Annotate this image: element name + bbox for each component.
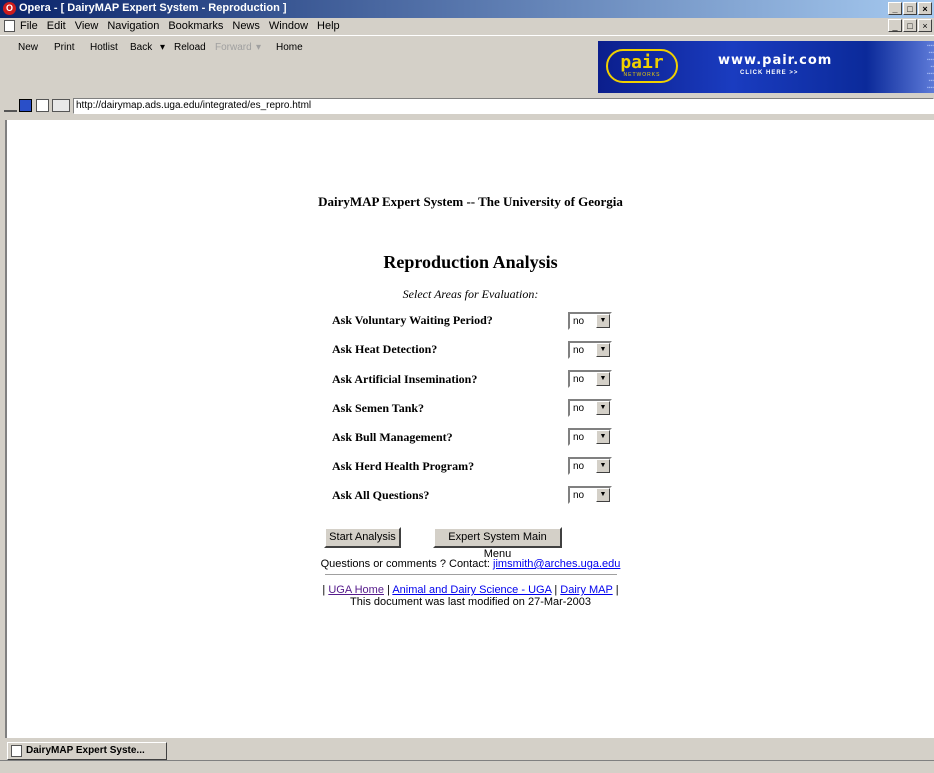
banner-cta: CLICK HERE >>	[740, 70, 799, 76]
status-bar	[0, 760, 934, 773]
question-label: Ask Bull Management?	[332, 430, 453, 444]
window-tab-label: DairyMAP Expert Syste...	[26, 745, 145, 756]
menu-news[interactable]: News	[232, 20, 260, 32]
dairy-map-link[interactable]: Dairy MAP	[560, 584, 612, 596]
print-button[interactable]: Print	[54, 42, 75, 53]
heat-detection-select[interactable]: no ▼	[568, 341, 612, 359]
divider	[325, 574, 617, 576]
question-label: Ask Heat Detection?	[332, 342, 438, 356]
window-taskbar: DairyMAP Expert Syste...	[0, 740, 934, 760]
menu-file[interactable]: File	[20, 20, 38, 32]
page-subheading: Select Areas for Evaluation:	[402, 287, 539, 301]
contact-line: Questions or comments ? Contact: jimsmit…	[7, 558, 934, 570]
address-input[interactable]: http://dairymap.ads.uga.edu/integrated/e…	[73, 98, 934, 114]
address-bar: http://dairymap.ads.uga.edu/integrated/e…	[0, 96, 934, 116]
page-heading: Reproduction Analysis	[383, 252, 558, 272]
pair-logo-subtext: NETWORKS	[623, 72, 661, 78]
new-button[interactable]: New	[18, 42, 38, 53]
chevron-down-icon: ▼	[596, 343, 610, 357]
chevron-down-icon: ▼	[596, 314, 610, 328]
uga-home-link[interactable]: UGA Home	[328, 584, 384, 596]
window-title: Opera - [ DairyMAP Expert System - Repro…	[19, 2, 287, 14]
hotlist-button[interactable]: Hotlist	[90, 42, 118, 53]
back-dropdown-icon[interactable]: ▾	[160, 42, 165, 53]
title-bar: O Opera - [ DairyMAP Expert System - Rep…	[0, 0, 934, 18]
menu-view[interactable]: View	[75, 20, 99, 32]
forward-dropdown-icon[interactable]: ▾	[256, 42, 261, 53]
animal-dairy-science-link[interactable]: Animal and Dairy Science - UGA	[392, 584, 551, 596]
last-modified: This document was last modified on 27-Ma…	[350, 596, 591, 608]
doc-minimize-button[interactable]: _	[888, 19, 902, 32]
link-separator: |	[387, 584, 390, 596]
menu-window[interactable]: Window	[269, 20, 308, 32]
bull-management-select[interactable]: no ▼	[568, 428, 612, 446]
banner-side-graphic: ▪▪▪▪ ▪▪▪ ▪▪▪▪ ▪▪ ▪▪▪▪ ▪▪▪ ▪▪▪▪	[926, 43, 934, 91]
document-icon	[11, 745, 22, 757]
footer-links: | UGA Home | Animal and Dairy Science - …	[7, 584, 934, 596]
doc-restore-button[interactable]: □	[903, 19, 917, 32]
minimize-button[interactable]: _	[888, 2, 902, 15]
link-separator: |	[615, 584, 619, 596]
menu-navigation[interactable]: Navigation	[107, 20, 159, 32]
question-label: Ask All Questions?	[332, 488, 430, 502]
semen-tank-select[interactable]: no ▼	[568, 399, 612, 417]
forward-button[interactable]: Forward	[215, 42, 252, 53]
back-button[interactable]: Back	[130, 42, 152, 53]
question-label: Ask Artificial Insemination?	[332, 372, 478, 386]
chevron-down-icon: ▼	[596, 459, 610, 473]
main-menu-button[interactable]: Expert System Main Menu	[433, 527, 562, 560]
question-label: Ask Semen Tank?	[332, 401, 425, 415]
chevron-down-icon: ▼	[596, 401, 610, 415]
menu-bookmarks[interactable]: Bookmarks	[168, 20, 223, 32]
home-button[interactable]: Home	[276, 42, 303, 53]
page-viewport: DairyMAP Expert System -- The University…	[5, 120, 934, 738]
navigate-icon[interactable]	[19, 99, 32, 112]
window-tab[interactable]: DairyMAP Expert Syste...	[7, 742, 167, 760]
page-icon[interactable]	[36, 99, 49, 112]
ad-banner[interactable]: pair NETWORKS www.pair.com CLICK HERE >>…	[598, 41, 934, 93]
contact-email-link[interactable]: jimsmith@arches.uga.edu	[493, 558, 620, 570]
reload-button[interactable]: Reload	[174, 42, 206, 53]
question-label: Ask Voluntary Waiting Period?	[332, 313, 493, 327]
menu-bar: File Edit View Navigation Bookmarks News…	[0, 18, 934, 34]
opera-logo-icon: O	[3, 2, 16, 15]
pair-logo-text: pair	[620, 52, 664, 73]
maximize-button[interactable]: □	[903, 2, 917, 15]
document-icon	[4, 20, 15, 32]
herd-health-program-select[interactable]: no ▼	[568, 457, 612, 475]
doc-close-button[interactable]: ×	[918, 19, 932, 32]
print-preview-icon[interactable]	[52, 99, 70, 112]
link-separator: |	[554, 584, 558, 596]
banner-url: www.pair.com	[718, 53, 833, 68]
start-analysis-button[interactable]: Start Analysis	[324, 527, 401, 548]
link-separator: |	[322, 584, 326, 596]
chevron-down-icon: ▼	[596, 430, 610, 444]
chevron-down-icon: ▼	[596, 488, 610, 502]
contact-text: Questions or comments ? Contact:	[320, 558, 490, 570]
artificial-insemination-select[interactable]: no ▼	[568, 370, 612, 388]
lock-icon	[4, 99, 17, 112]
site-title: DairyMAP Expert System -- The University…	[318, 194, 623, 209]
close-button[interactable]: ×	[918, 2, 932, 15]
question-label: Ask Herd Health Program?	[332, 459, 475, 473]
menu-edit[interactable]: Edit	[47, 20, 66, 32]
chevron-down-icon: ▼	[596, 372, 610, 386]
voluntary-waiting-period-select[interactable]: no ▼	[568, 312, 612, 330]
all-questions-select[interactable]: no ▼	[568, 486, 612, 504]
menu-help[interactable]: Help	[317, 20, 340, 32]
pair-logo: pair NETWORKS	[606, 49, 678, 83]
